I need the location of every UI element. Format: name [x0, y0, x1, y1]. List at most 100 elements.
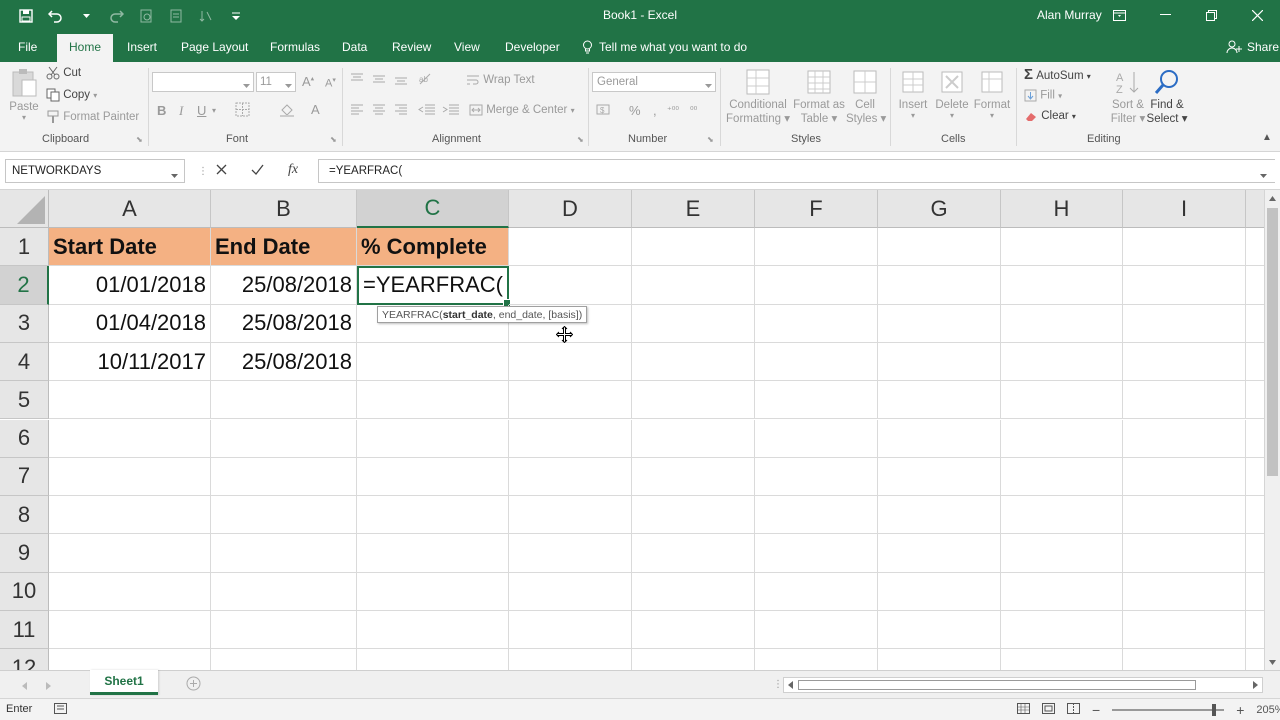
- insert-function-icon[interactable]: fx: [288, 162, 298, 178]
- column-header-d[interactable]: D: [509, 190, 632, 228]
- cell-d1[interactable]: [509, 228, 632, 267]
- column-header-a[interactable]: A: [49, 190, 211, 228]
- column-header-g[interactable]: G: [878, 190, 1001, 228]
- scroll-down-icon[interactable]: [1269, 660, 1276, 665]
- tab-insert[interactable]: Insert: [127, 40, 157, 54]
- cell-f5[interactable]: [755, 381, 878, 420]
- cell-overflow6[interactable]: [1246, 420, 1264, 458]
- cell-a5[interactable]: [49, 381, 211, 420]
- cell-overflow7[interactable]: [1246, 458, 1264, 497]
- cell-e5[interactable]: [632, 381, 755, 420]
- find-select-button[interactable]: Find & Select ▾: [1146, 68, 1188, 125]
- tab-view[interactable]: View: [454, 40, 480, 54]
- page-break-view-icon[interactable]: [1067, 703, 1080, 717]
- cell-overflow11[interactable]: [1246, 611, 1264, 650]
- align-left-icon[interactable]: [350, 103, 364, 120]
- cell-h12[interactable]: [1001, 649, 1123, 670]
- clear-button[interactable]: Clear ▾: [1024, 110, 1076, 122]
- tab-file[interactable]: File: [18, 40, 37, 54]
- cell-h8[interactable]: [1001, 496, 1123, 535]
- select-all-button[interactable]: [0, 190, 49, 228]
- row-header-10[interactable]: 10: [0, 572, 49, 611]
- prev-sheet-icon[interactable]: [22, 679, 27, 693]
- zoom-level[interactable]: 205%: [1256, 704, 1280, 716]
- cell-d12[interactable]: [509, 649, 632, 670]
- clipboard-launcher-icon[interactable]: ⬊: [136, 135, 143, 144]
- horizontal-scroll-thumb[interactable]: [798, 680, 1196, 690]
- cell-h9[interactable]: [1001, 534, 1123, 573]
- cell-styles-button[interactable]: Cell Styles ▾: [846, 68, 886, 125]
- cell-b9[interactable]: [211, 534, 357, 573]
- confirm-entry-icon[interactable]: [251, 162, 264, 178]
- tab-home[interactable]: Home: [57, 34, 114, 62]
- cell-h10[interactable]: [1001, 572, 1123, 611]
- cell-a4[interactable]: 10/11/2017: [49, 342, 211, 382]
- row-header-1[interactable]: 1: [0, 228, 49, 267]
- cell-b4[interactable]: 25/08/2018: [211, 342, 357, 382]
- cell-i11[interactable]: [1123, 611, 1246, 650]
- share-button[interactable]: Share: [1226, 40, 1279, 54]
- collapse-ribbon-icon[interactable]: ▲: [1262, 132, 1272, 143]
- cell-overflow1[interactable]: [1246, 228, 1264, 267]
- number-format-combo[interactable]: General: [592, 72, 716, 92]
- cell-i10[interactable]: [1123, 572, 1246, 611]
- cell-e4[interactable]: [632, 342, 755, 382]
- function-tooltip[interactable]: YEARFRAC(start_date, end_date, [basis]): [377, 306, 588, 323]
- cell-e3[interactable]: [632, 304, 755, 343]
- column-header-f[interactable]: F: [755, 190, 878, 228]
- cell-a2[interactable]: 01/01/2018: [49, 266, 211, 305]
- next-sheet-icon[interactable]: [46, 679, 51, 693]
- cell-c8[interactable]: [357, 496, 509, 535]
- cell-b2[interactable]: 25/08/2018: [211, 266, 357, 305]
- font-launcher-icon[interactable]: ⬊: [330, 135, 337, 144]
- cell-f12[interactable]: [755, 649, 878, 670]
- alignment-launcher-icon[interactable]: ⬊: [577, 135, 584, 144]
- cell-c11[interactable]: [357, 611, 509, 650]
- cell-b10[interactable]: [211, 572, 357, 611]
- cell-f1[interactable]: [755, 228, 878, 267]
- chevron-down-icon[interactable]: ▾: [212, 106, 216, 115]
- copy-button[interactable]: Copy ▾: [46, 88, 97, 102]
- cell-a1[interactable]: Start Date: [49, 228, 211, 267]
- cell-e7[interactable]: [632, 457, 755, 497]
- conditional-formatting-button[interactable]: Conditional Formatting ▾: [726, 68, 790, 125]
- orientation-icon[interactable]: ab: [418, 72, 438, 89]
- cell-h3[interactable]: [1001, 304, 1123, 343]
- cell-c5[interactable]: [357, 381, 509, 420]
- cell-overflow5[interactable]: [1246, 381, 1264, 420]
- cell-f11[interactable]: [755, 611, 878, 650]
- cell-d11[interactable]: [509, 611, 632, 650]
- comma-style-icon[interactable]: ,: [653, 103, 657, 118]
- cell-g4[interactable]: [878, 342, 1001, 382]
- column-header-b[interactable]: B: [211, 190, 357, 228]
- cell-g7[interactable]: [878, 457, 1001, 497]
- cell-f9[interactable]: [755, 534, 878, 573]
- cell-i9[interactable]: [1123, 534, 1246, 573]
- page-layout-view-icon[interactable]: [1042, 703, 1055, 717]
- tell-me-search[interactable]: Tell me what you want to do: [582, 40, 747, 54]
- row-header-8[interactable]: 8: [0, 496, 49, 535]
- restore-icon[interactable]: [1188, 0, 1234, 30]
- insert-cells-button[interactable]: Insert ▾: [896, 68, 930, 120]
- percent-style-icon[interactable]: %: [629, 103, 641, 118]
- cell-e12[interactable]: [632, 649, 755, 670]
- cell-d4[interactable]: [509, 342, 632, 382]
- zoom-slider[interactable]: [1112, 704, 1225, 716]
- cell-i1[interactable]: [1123, 228, 1246, 267]
- cell-g12[interactable]: [878, 649, 1001, 670]
- increase-decimal-icon[interactable]: ⁺⁰⁰: [667, 105, 679, 116]
- cell-i4[interactable]: [1123, 342, 1246, 382]
- cell-overflow8[interactable]: [1246, 496, 1264, 535]
- cell-c9[interactable]: [357, 534, 509, 573]
- cell-overflow10[interactable]: [1246, 573, 1264, 611]
- top-align-icon[interactable]: [350, 72, 364, 89]
- row-header-5[interactable]: 5: [0, 381, 49, 420]
- new-sheet-icon[interactable]: [186, 676, 201, 694]
- align-right-icon[interactable]: [394, 103, 408, 120]
- cell-i3[interactable]: [1123, 304, 1246, 343]
- scroll-right-icon[interactable]: [1253, 681, 1258, 689]
- sheet-tab-sheet1[interactable]: Sheet1: [90, 670, 158, 695]
- cell-h2[interactable]: [1001, 266, 1123, 305]
- horizontal-scrollbar[interactable]: [783, 677, 1263, 693]
- cell-h1[interactable]: [1001, 228, 1123, 267]
